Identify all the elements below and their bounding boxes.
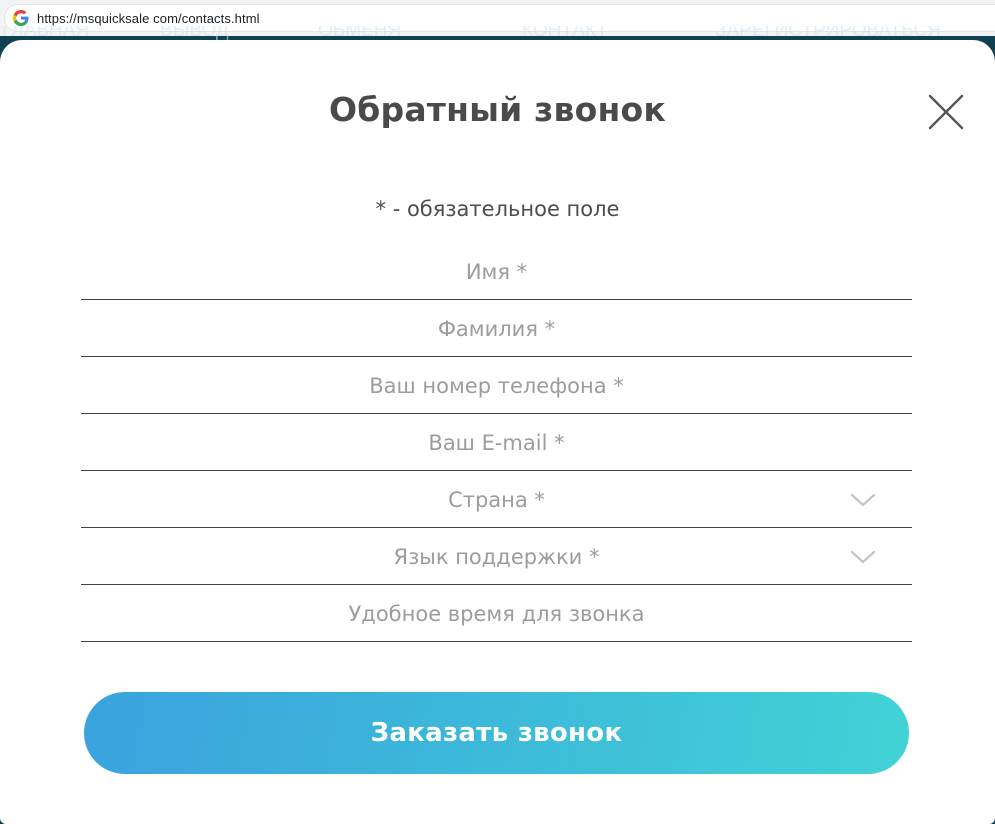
chevron-down-icon xyxy=(850,493,876,507)
last-name-row xyxy=(81,301,912,357)
call-time-input[interactable] xyxy=(81,586,912,641)
email-row xyxy=(81,415,912,471)
phone-input[interactable] xyxy=(81,358,912,413)
modal-title: Обратный звонок xyxy=(329,90,666,129)
callback-modal: Обратный звонок * - обязательное поле Им… xyxy=(0,40,995,824)
country-select[interactable]: Страна * xyxy=(81,472,912,528)
phone-row xyxy=(81,358,912,414)
support-language-select-label: Язык поддержки * xyxy=(393,545,600,569)
email-input[interactable] xyxy=(81,415,912,470)
close-icon xyxy=(928,94,964,130)
order-call-button[interactable]: Заказать звонок xyxy=(84,692,909,774)
url-text: https://msquicksale com/contacts.html xyxy=(37,10,260,26)
support-language-select[interactable]: Язык поддержки * xyxy=(81,529,912,585)
callback-form: Страна * Язык поддержки * xyxy=(81,244,912,643)
country-select-label: Страна * xyxy=(448,488,545,512)
last-name-input[interactable] xyxy=(81,301,912,356)
call-time-row xyxy=(81,586,912,642)
page: https://msquicksale com/contacts.html ГЛ… xyxy=(0,0,995,824)
close-button[interactable] xyxy=(926,93,966,133)
chevron-down-icon xyxy=(850,550,876,564)
required-field-note: * - обязательное поле xyxy=(375,197,620,221)
first-name-input[interactable] xyxy=(81,244,912,299)
first-name-row xyxy=(81,244,912,300)
google-icon xyxy=(13,10,29,26)
